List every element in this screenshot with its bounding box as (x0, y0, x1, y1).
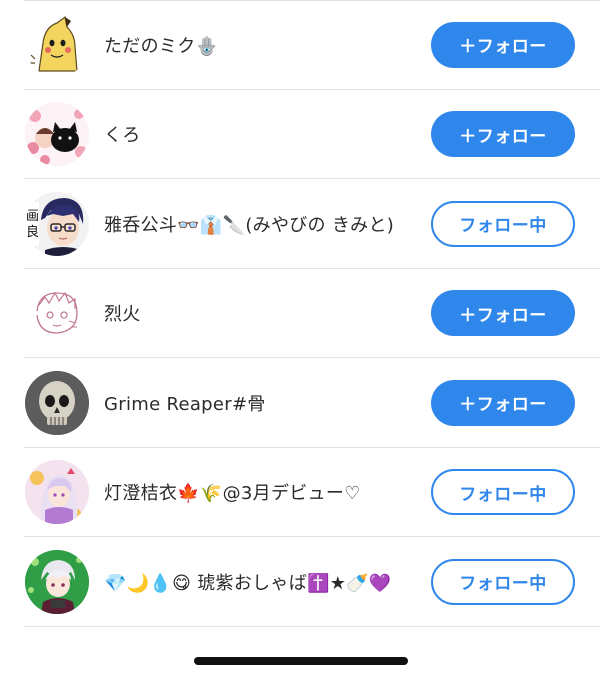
skull-avatar[interactable] (25, 370, 89, 435)
mimikyu-avatar[interactable] (25, 12, 89, 77)
anime-character-green-avatar[interactable] (25, 549, 89, 614)
svg-text:画: 画 (26, 209, 39, 224)
user-name[interactable]: くろ (104, 121, 141, 147)
follow-button[interactable]: ＋フォロー (431, 379, 575, 426)
user-name[interactable]: 雅呑公斗👓👔🔪(みやびの きみと) (104, 211, 394, 237)
following-button[interactable]: フォロー中 (431, 200, 575, 247)
anime-boy-glasses-avatar[interactable]: 画 良 (25, 191, 89, 256)
following-button[interactable]: フォロー中 (431, 469, 575, 516)
user-name[interactable]: Grime Reaper#骨 (104, 390, 266, 416)
follow-button[interactable]: ＋フォロー (431, 290, 575, 337)
anime-girl-avatar[interactable] (25, 460, 89, 525)
black-cat-avatar[interactable] (25, 102, 89, 167)
user-row[interactable]: 💎🌙💧😋 琥紫おしゃば✝️★🍼💜 フォロー中 (0, 537, 600, 627)
user-name[interactable]: ただのミク🪬 (104, 32, 218, 58)
user-row[interactable]: ただのミク🪬 ＋フォロー (0, 0, 600, 90)
follow-button[interactable]: ＋フォロー (431, 21, 575, 68)
home-indicator[interactable] (194, 657, 408, 665)
user-list: ただのミク🪬 ＋フォロー くろ ＋フォロー 画 良 雅呑公斗👓👔🔪(みやびの き… (0, 0, 600, 627)
svg-text:良: 良 (26, 224, 39, 240)
follow-list-screen: ただのミク🪬 ＋フォロー くろ ＋フォロー 画 良 雅呑公斗👓👔🔪(みやびの き… (0, 0, 600, 680)
following-button[interactable]: フォロー中 (431, 558, 575, 605)
user-name[interactable]: 💎🌙💧😋 琥紫おしゃば✝️★🍼💜 (104, 569, 392, 595)
user-name[interactable]: 灯澄桔衣🍁🌾@3月デビュー♡ (104, 479, 361, 505)
user-row[interactable]: 烈火 ＋フォロー (0, 269, 600, 359)
sketch-face-avatar[interactable] (25, 281, 89, 346)
follow-button[interactable]: ＋フォロー (431, 111, 575, 158)
user-row[interactable]: 画 良 雅呑公斗👓👔🔪(みやびの きみと) フォロー中 (0, 179, 600, 269)
user-row[interactable]: くろ ＋フォロー (0, 90, 600, 180)
user-row[interactable]: Grime Reaper#骨 ＋フォロー (0, 358, 600, 448)
user-name[interactable]: 烈火 (104, 300, 141, 326)
user-row[interactable]: 灯澄桔衣🍁🌾@3月デビュー♡ フォロー中 (0, 448, 600, 538)
